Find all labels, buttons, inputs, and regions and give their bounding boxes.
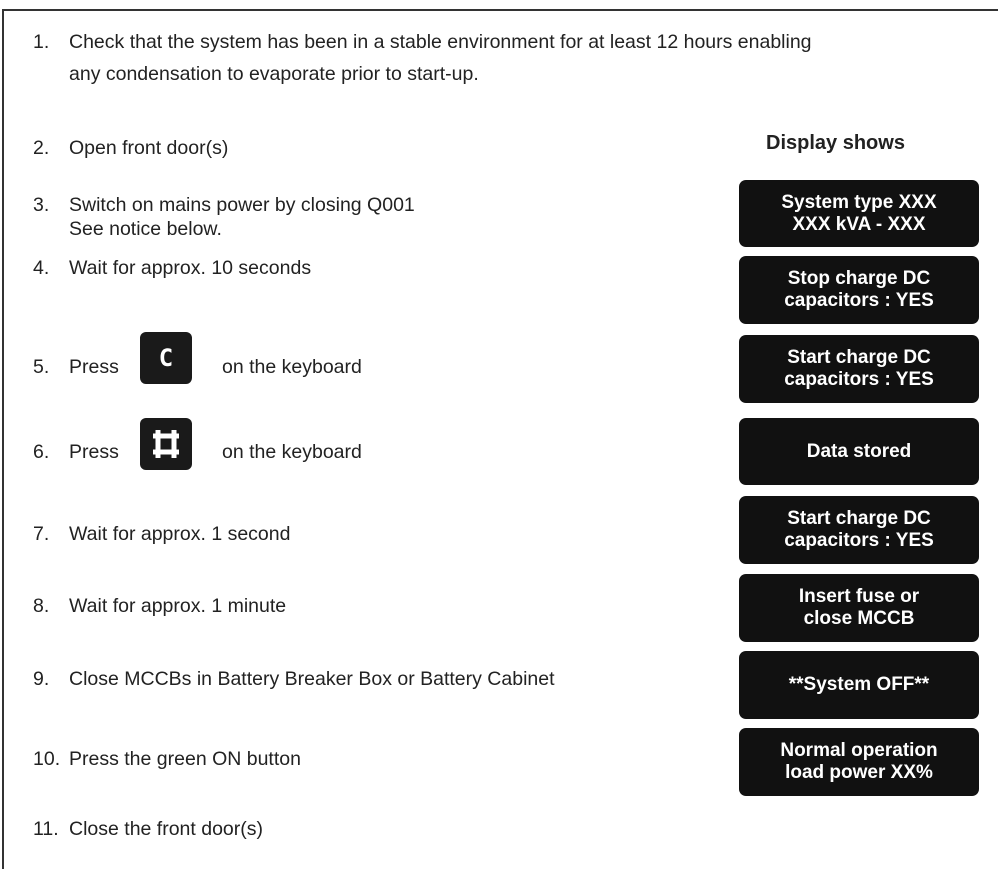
step-number: 11. — [33, 818, 59, 840]
step-number: 5. — [33, 356, 50, 378]
display-line-2: capacitors : YES — [784, 369, 934, 390]
display-line-2: capacitors : YES — [784, 290, 934, 311]
display-line-1: Stop charge DC — [787, 268, 931, 289]
step-text-pre: Press — [69, 441, 119, 463]
step-number: 2. — [33, 137, 50, 159]
display-start-charge: Start charge DC capacitors : YES — [739, 335, 979, 403]
step-number: 9. — [33, 668, 50, 690]
display-start-charge-2: Start charge DC capacitors : YES — [739, 496, 979, 564]
display-line-2: XXX kVA - XXX — [792, 213, 926, 235]
step-text: Open front door(s) — [69, 137, 229, 159]
display-stop-charge: Stop charge DC capacitors : YES — [739, 256, 979, 324]
c-key-icon: C — [140, 332, 192, 384]
step-text: Wait for approx. 10 seconds — [69, 257, 312, 279]
step-text: Close the front door(s) — [69, 818, 264, 840]
display-system-off: **System OFF** — [739, 651, 979, 719]
step-number: 8. — [33, 595, 50, 617]
step-number: 7. — [33, 523, 50, 545]
step-text-line-2: See notice below. — [69, 218, 222, 240]
display-line-2: capacitors : YES — [784, 530, 934, 551]
step-number: 10. — [33, 748, 61, 770]
step-text: Wait for approx. 1 second — [69, 523, 291, 545]
step-text-line-1: Check that the system has been in a stab… — [69, 31, 812, 53]
display-line-1: Normal operation — [780, 740, 938, 761]
stop-frame-icon — [140, 418, 192, 470]
display-insert-fuse: Insert fuse or close MCCB — [739, 574, 979, 642]
display-line-2: load power XX% — [785, 762, 933, 783]
step-number: 4. — [33, 257, 50, 279]
display-line-1: Start charge DC — [787, 508, 931, 529]
display-line-2: close MCCB — [803, 608, 915, 629]
step-text-post: on the keyboard — [222, 441, 362, 463]
display-line-1: System type XXX — [781, 191, 937, 213]
display-system-type: System type XXX XXX kVA - XXX — [739, 180, 979, 247]
display-normal-operation: Normal operation load power XX% — [739, 728, 979, 796]
step-number: 6. — [33, 441, 50, 463]
step-text: Close MCCBs in Battery Breaker Box or Ba… — [69, 668, 555, 690]
display-line-1: Insert fuse or — [798, 586, 920, 607]
step-text-pre: Press — [69, 356, 119, 378]
step-number: 1. — [33, 31, 50, 53]
step-text-post: on the keyboard — [222, 356, 362, 378]
display-shows-heading: Display shows — [766, 132, 905, 154]
display-data-stored: Data stored — [739, 418, 979, 485]
step-text-line-2: any condensation to evaporate prior to s… — [69, 63, 479, 85]
step-text: Press the green ON button — [69, 748, 301, 770]
step-number: 3. — [33, 194, 50, 216]
step-text: Wait for approx. 1 minute — [69, 595, 287, 617]
display-line-1: Start charge DC — [787, 347, 931, 368]
display-line-1: **System OFF** — [788, 674, 930, 695]
step-text-line-1: Switch on mains power by closing Q001 — [69, 194, 415, 216]
display-line-1: Data stored — [806, 440, 912, 462]
